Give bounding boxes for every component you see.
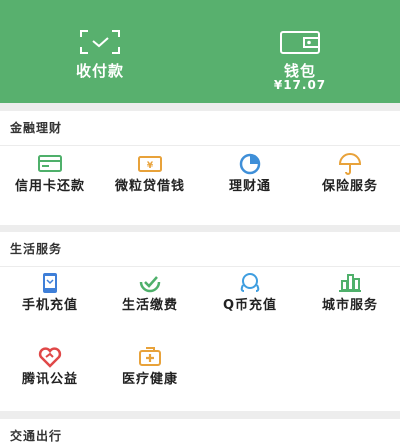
credit-card-repay-button[interactable]: 信用卡还款: [0, 153, 100, 219]
loan-icon: ¥: [138, 156, 162, 172]
wealth-icon: [239, 153, 261, 175]
utility-icon: [139, 276, 161, 293]
wallet-icon: [280, 31, 320, 54]
transport-section: 交通出行: [0, 419, 400, 446]
grid-label: 城市服务: [321, 298, 378, 313]
divider: [0, 145, 400, 146]
grid-label: Q币充值: [222, 298, 278, 313]
grid-label: 手机充值: [21, 298, 78, 313]
weilidai-loan-button[interactable]: ¥ 微粒贷借钱: [100, 153, 200, 219]
divider: [0, 266, 400, 267]
grid-label: 保险服务: [321, 179, 378, 194]
city-services-button[interactable]: 城市服务: [300, 272, 400, 332]
wallet-header: 收付款 钱包 ¥17.07: [0, 0, 400, 103]
collect-pay-label: 收付款: [75, 62, 124, 80]
life-services-section: 生活服务 手机充值 生活缴费 Q币充值 城市服务 腾讯公益 医疗健康: [0, 232, 400, 411]
svg-text:¥: ¥: [147, 161, 154, 171]
grid-label: 微粒贷借钱: [114, 179, 185, 194]
section-title: 生活服务: [10, 242, 63, 256]
collect-pay-button[interactable]: 收付款: [0, 0, 200, 103]
mobile-topup-button[interactable]: 手机充值: [0, 272, 100, 332]
wallet-button[interactable]: 钱包 ¥17.07: [200, 0, 400, 103]
charity-icon: [38, 347, 62, 368]
grid-label: 理财通: [228, 179, 271, 194]
wallet-balance: ¥17.07: [273, 78, 327, 92]
finance-section: 金融理财 信用卡还款 ¥ 微粒贷借钱 理财通 保险服务: [0, 111, 400, 225]
city-icon: [339, 274, 361, 292]
scan-icon: [80, 30, 120, 54]
section-title: 交通出行: [10, 429, 63, 443]
health-icon: [139, 347, 161, 366]
grid-label: 信用卡还款: [14, 179, 85, 194]
grid-label: 生活缴费: [121, 298, 178, 313]
grid-label: 医疗健康: [121, 372, 178, 387]
tencent-charity-button[interactable]: 腾讯公益: [0, 346, 100, 406]
insurance-button[interactable]: 保险服务: [300, 153, 400, 219]
credit-card-icon: [38, 155, 62, 172]
qcoin-icon: [240, 273, 260, 292]
utility-payment-button[interactable]: 生活缴费: [100, 272, 200, 332]
medical-health-button[interactable]: 医疗健康: [100, 346, 200, 406]
grid-label: 腾讯公益: [21, 372, 78, 387]
licaitong-button[interactable]: 理财通: [200, 153, 300, 219]
insurance-icon: [338, 153, 362, 175]
qcoin-topup-button[interactable]: Q币充值: [200, 272, 300, 332]
section-title: 金融理财: [10, 121, 63, 135]
phone-icon: [43, 273, 57, 293]
